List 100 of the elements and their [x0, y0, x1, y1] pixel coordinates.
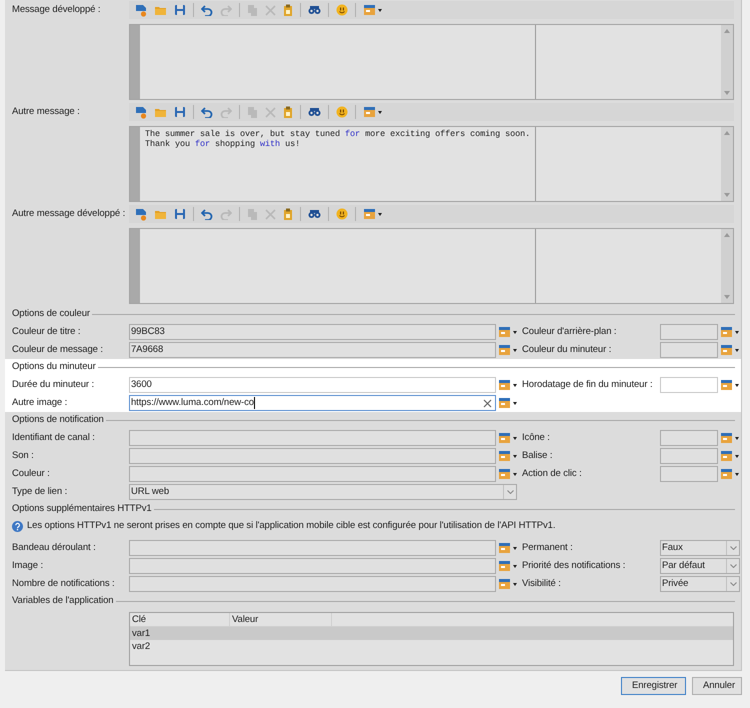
field-label: Horodatage de fin du minuteur : — [522, 378, 654, 392]
chevron-down-icon[interactable] — [506, 490, 514, 494]
table-row[interactable]: var1 — [130, 627, 733, 640]
chevron-down-icon[interactable] — [730, 564, 736, 568]
undo-icon[interactable] — [201, 4, 213, 16]
field-label: Autre message développé : — [11, 206, 126, 221]
input-field[interactable]: 3600 — [129, 377, 496, 393]
save-icon[interactable] — [174, 106, 186, 118]
dropdown[interactable]: Par défaut — [660, 558, 740, 574]
expression-menu-icon[interactable] — [720, 432, 740, 444]
input-field[interactable] — [129, 558, 496, 574]
dropdown[interactable]: URL web — [129, 484, 517, 500]
expression-menu-icon[interactable] — [498, 560, 518, 572]
expression-menu-icon[interactable] — [720, 379, 740, 391]
insert-field-icon[interactable] — [363, 106, 383, 118]
help-icon — [12, 520, 23, 532]
new-document-icon[interactable] — [135, 106, 147, 118]
expression-menu-icon[interactable] — [720, 450, 740, 462]
dialog-button[interactable]: Annuler — [692, 677, 742, 695]
expression-menu-icon[interactable] — [498, 578, 518, 590]
field-label: Permanent : — [522, 540, 574, 555]
undo-icon[interactable] — [201, 106, 213, 118]
smiley-icon[interactable] — [336, 208, 348, 220]
expression-menu-icon[interactable] — [498, 432, 518, 444]
section-title: Variables de l'application — [12, 594, 114, 608]
code-line: The summer sale is over, but stay tuned for more exciting offers coming soon. — [145, 129, 532, 139]
section-title: Options de notification — [12, 413, 105, 428]
expression-menu-icon[interactable] — [720, 326, 740, 338]
text-editor[interactable] — [129, 228, 734, 304]
save-icon[interactable] — [174, 208, 186, 220]
scroll-down-icon[interactable] — [724, 295, 730, 299]
input-field[interactable] — [660, 324, 718, 340]
chevron-down-icon[interactable] — [730, 582, 736, 586]
dropdown[interactable]: Privée — [660, 576, 740, 592]
binoculars-icon[interactable] — [308, 209, 321, 219]
section-title: Options supplémentaires HTTPv1 — [12, 502, 153, 516]
undo-icon[interactable] — [201, 208, 213, 220]
scroll-up-icon[interactable] — [724, 131, 730, 135]
input-field[interactable]: 99BC83 — [129, 324, 496, 340]
smiley-icon[interactable] — [336, 4, 348, 16]
input-field[interactable] — [129, 466, 496, 482]
insert-field-icon[interactable] — [363, 4, 383, 16]
field-label: Couleur : — [11, 466, 51, 481]
input-field[interactable] — [660, 342, 718, 358]
expression-menu-icon[interactable] — [498, 450, 518, 462]
scroll-down-icon[interactable] — [724, 91, 730, 95]
expression-menu-icon[interactable] — [498, 344, 518, 356]
input-field[interactable] — [129, 448, 496, 464]
scroll-up-icon[interactable] — [724, 29, 730, 33]
section-title: Options du minuteur — [12, 360, 97, 374]
field-label: Couleur d'arrière-plan : — [522, 324, 618, 339]
field-label: Identifiant de canal : — [11, 430, 96, 445]
input-field[interactable] — [660, 430, 718, 446]
field-label: Durée du minuteur : — [11, 378, 96, 392]
text-editor[interactable]: The summer sale is over, but stay tuned for more exciting offers coming soon. Thank you for shopping with us! — [129, 126, 734, 202]
save-icon[interactable] — [174, 4, 186, 16]
dropdown[interactable]: Faux — [660, 540, 740, 556]
expression-menu-icon[interactable] — [498, 542, 518, 554]
field-label: Action de clic : — [522, 466, 583, 481]
input-field[interactable] — [660, 377, 718, 393]
text-editor[interactable] — [129, 24, 734, 100]
input-field[interactable] — [660, 448, 718, 464]
binoculars-icon[interactable] — [308, 107, 321, 117]
new-document-icon[interactable] — [135, 4, 147, 16]
input-field[interactable] — [129, 576, 496, 592]
input-field[interactable] — [129, 540, 496, 556]
field-label: Nombre de notifications : — [11, 576, 116, 591]
field-label: Son : — [11, 448, 35, 463]
clipboard-icon[interactable] — [283, 106, 293, 118]
scroll-down-icon[interactable] — [724, 193, 730, 197]
field-label: Couleur du minuteur : — [522, 342, 612, 357]
clipboard-icon[interactable] — [283, 208, 293, 220]
expression-menu-icon[interactable] — [720, 468, 740, 480]
expression-menu-icon[interactable] — [498, 468, 518, 480]
clear-icon[interactable] — [483, 398, 492, 408]
column-header[interactable]: Clé — [130, 613, 230, 626]
new-document-icon[interactable] — [135, 208, 147, 220]
scroll-up-icon[interactable] — [724, 233, 730, 237]
column-header[interactable]: Valeur — [230, 613, 332, 626]
expression-menu-icon[interactable] — [498, 397, 518, 409]
expression-menu-icon[interactable] — [498, 379, 518, 391]
section-title: Options de couleur — [12, 307, 91, 322]
input-field[interactable] — [660, 466, 718, 482]
input-field[interactable] — [129, 430, 496, 446]
dialog-button[interactable]: Enregistrer — [621, 677, 686, 695]
binoculars-icon[interactable] — [308, 5, 321, 15]
chevron-down-icon[interactable] — [730, 546, 736, 550]
field-label: Autre image : — [11, 396, 68, 410]
expression-menu-icon[interactable] — [720, 344, 740, 356]
clipboard-icon[interactable] — [283, 4, 293, 16]
field-label: Type de lien : — [11, 484, 68, 499]
input-field[interactable]: 7A9668 — [129, 342, 496, 358]
info-text: Les options HTTPv1 ne seront prises en compte que si l'application mobile cible est configurée pour l'utilisation de l'API HTTPv1. — [27, 518, 556, 533]
field-label: Balise : — [522, 448, 554, 463]
input-field[interactable]: https://www.luma.com/new-co — [129, 395, 496, 411]
insert-field-icon[interactable] — [363, 208, 383, 220]
field-label: Message développé : — [11, 2, 102, 17]
field-label: Couleur de titre : — [11, 324, 82, 339]
smiley-icon[interactable] — [336, 106, 348, 118]
expression-menu-icon[interactable] — [498, 326, 518, 338]
